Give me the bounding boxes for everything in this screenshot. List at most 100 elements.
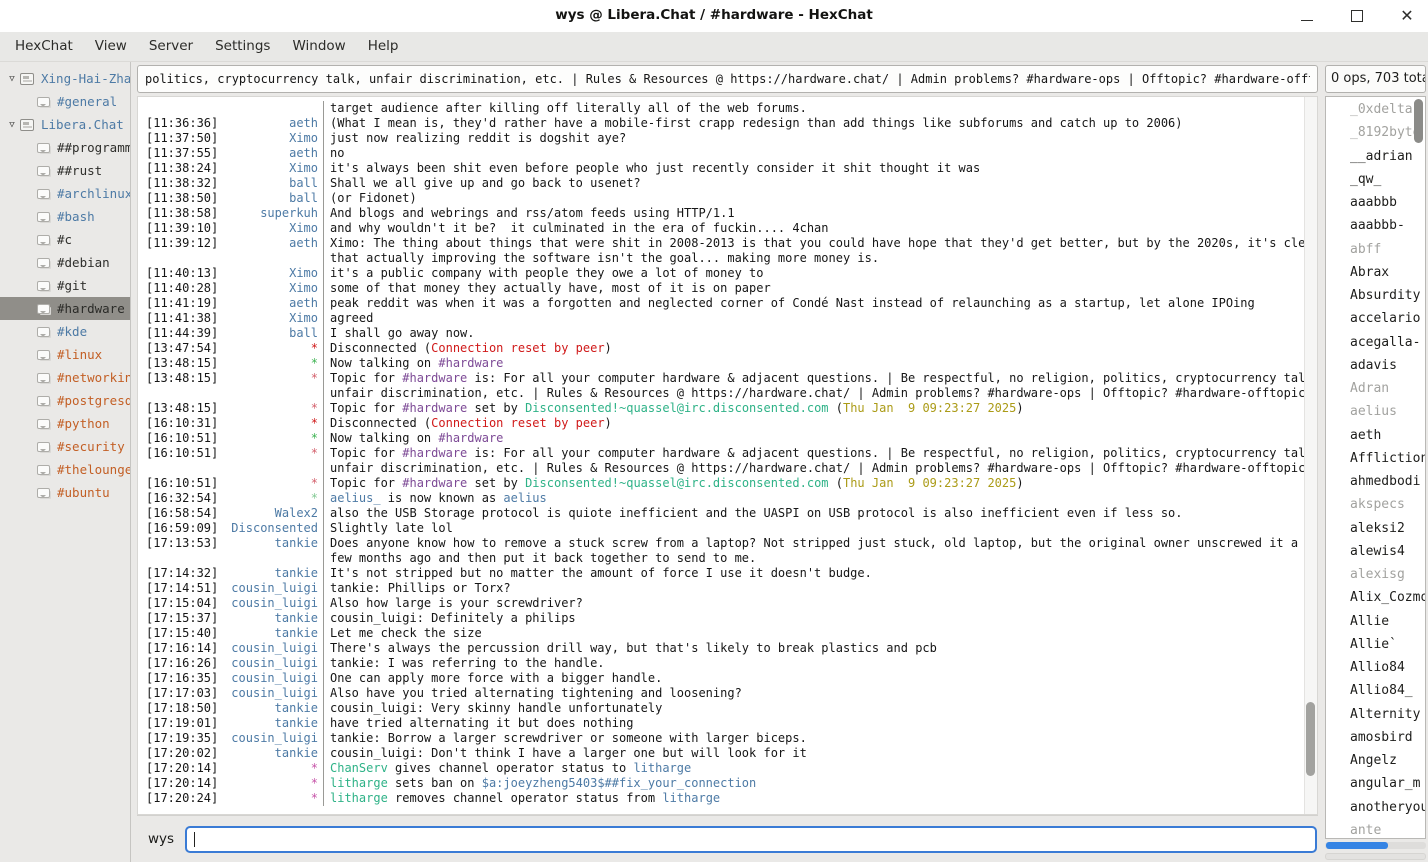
channel-item--python[interactable]: #python	[0, 412, 130, 435]
network-item-libera-chat[interactable]: ▽Libera.Chat	[0, 113, 130, 136]
channel-item--archlinux[interactable]: #archlinux	[0, 182, 130, 205]
message-input[interactable]	[187, 828, 1315, 851]
chat-scrollbar[interactable]	[1304, 97, 1317, 814]
channel-item--linux[interactable]: #linux	[0, 343, 130, 366]
userlist-item[interactable]: Affliction	[1326, 447, 1425, 470]
userlist-item[interactable]: ante	[1326, 819, 1425, 839]
userlist-item[interactable]: akspecs	[1326, 493, 1425, 516]
message-segment: set by	[467, 476, 525, 490]
userlist-item[interactable]: Angelz	[1326, 749, 1425, 772]
chat-scrollbar-thumb[interactable]	[1306, 702, 1315, 776]
nick-label: Ximo	[289, 311, 318, 326]
userlist-scrollbar-thumb[interactable]	[1414, 99, 1423, 143]
userlist-item[interactable]: aleksi2	[1326, 517, 1425, 540]
userlist-item[interactable]: aelius	[1326, 400, 1425, 423]
tree-item-label: #general	[57, 94, 117, 109]
channel-item--git[interactable]: #git	[0, 274, 130, 297]
userlist-item[interactable]: _qw_	[1326, 168, 1425, 191]
channel-item--general[interactable]: #general	[0, 90, 130, 113]
userlist-item[interactable]: aaabbb-	[1326, 214, 1425, 237]
channel-item--c[interactable]: #c	[0, 228, 130, 251]
userlist-horizontal-scrollbar-thumb[interactable]	[1326, 842, 1388, 849]
message-segment: litharge	[330, 791, 388, 805]
channel-item--ubuntu[interactable]: #ubuntu	[0, 481, 130, 504]
chat-row: [17:19:01]tankiehave tried alternating i…	[138, 716, 1317, 731]
chat-row: [13:48:15]*Topic for #hardware set by Di…	[138, 401, 1317, 416]
userlist-item[interactable]: alexisg	[1326, 563, 1425, 586]
chat-row: [13:47:54]*Disconnected (Connection rese…	[138, 341, 1317, 356]
chat-row-gutter: [17:16:26]cousin_luigi	[138, 656, 323, 671]
userlist-item[interactable]: _8192byte	[1326, 121, 1425, 144]
menu-window[interactable]: Window	[281, 32, 356, 61]
channel-item--programming[interactable]: ##programming	[0, 136, 130, 159]
nick-label: cousin_luigi	[231, 671, 318, 686]
menu-settings[interactable]: Settings	[204, 32, 281, 61]
userlist-item[interactable]: Adran	[1326, 377, 1425, 400]
bottom-scrollbar-track[interactable]	[1325, 853, 1426, 860]
message-segment: unfair discrimination, etc. | Rules & Re…	[330, 386, 1305, 400]
chat-row-gutter: [17:20:24]*	[138, 791, 323, 806]
nick-label: *	[311, 776, 318, 791]
userlist-item[interactable]: Abrax	[1326, 261, 1425, 284]
chat-row: [11:39:12]aethXimo: The thing about thin…	[138, 236, 1317, 251]
userlist-item[interactable]: abff	[1326, 238, 1425, 261]
userlist-item[interactable]: aeth	[1326, 424, 1425, 447]
menu-server[interactable]: Server	[138, 32, 204, 61]
userlist-item[interactable]: ahmedbodi	[1326, 470, 1425, 493]
chat-row-gutter: [17:16:14]cousin_luigi	[138, 641, 323, 656]
channel-item--debian[interactable]: #debian	[0, 251, 130, 274]
chat-row-gutter	[138, 461, 323, 476]
channel-item--bash[interactable]: #bash	[0, 205, 130, 228]
tree-expander-icon[interactable]: ▽	[4, 120, 20, 130]
timestamp: [17:19:01]	[146, 716, 218, 731]
userlist-item[interactable]: Alix_Cozmo	[1326, 586, 1425, 609]
userlist-item[interactable]: Absurdity	[1326, 284, 1425, 307]
message-segment: Disconsented!~quassel@irc.disconsented.c…	[525, 401, 828, 415]
channel-item--security[interactable]: #security	[0, 435, 130, 458]
userlist-item[interactable]: Allie`	[1326, 633, 1425, 656]
userlist-item[interactable]: accelario	[1326, 307, 1425, 330]
userlist-item[interactable]: Allie	[1326, 610, 1425, 633]
channel-item--thelounge[interactable]: #thelounge	[0, 458, 130, 481]
userlist-item[interactable]: Allio84	[1326, 656, 1425, 679]
close-button[interactable]: ✕	[1396, 5, 1418, 27]
channel-item--hardware[interactable]: #hardware	[0, 297, 130, 320]
userlist-item[interactable]: angular_m	[1326, 772, 1425, 795]
message-segment: )	[1016, 401, 1023, 415]
userlist-horizontal-scrollbar[interactable]	[1325, 842, 1426, 849]
userlist-item[interactable]: anotheryou	[1326, 796, 1425, 819]
channel-item--kde[interactable]: #kde	[0, 320, 130, 343]
minimize-button[interactable]	[1296, 5, 1318, 27]
message-segment: it's always been shit even before people…	[330, 161, 980, 175]
userlist-item[interactable]: amosbird	[1326, 726, 1425, 749]
channel-bubble-icon	[37, 488, 50, 498]
nick-label: cousin_luigi	[231, 581, 318, 596]
menu-hexchat[interactable]: HexChat	[4, 32, 84, 61]
nick-label: Walex2	[275, 506, 318, 521]
message-segment: is: For all your computer hardware & adj…	[467, 446, 1317, 460]
userlist-item[interactable]: adavis	[1326, 354, 1425, 377]
userlist-item[interactable]: _0xdelta	[1326, 98, 1425, 121]
userlist-item[interactable]: Alternity	[1326, 703, 1425, 726]
menu-view[interactable]: View	[84, 32, 138, 61]
userlist-item[interactable]: __adrian	[1326, 145, 1425, 168]
message-text: it's always been shit even before people…	[323, 161, 1317, 176]
channel-item--rust[interactable]: ##rust	[0, 159, 130, 182]
nick-label: cousin_luigi	[231, 686, 318, 701]
maximize-button[interactable]	[1346, 5, 1368, 27]
channel-bubble-icon	[37, 373, 50, 383]
userlist-item[interactable]: alewis4	[1326, 540, 1425, 563]
userlist-item[interactable]: acegalla-	[1326, 331, 1425, 354]
channel-item--postgresql[interactable]: #postgresql	[0, 389, 130, 412]
message-segment: peak reddit was when it was a forgotten …	[330, 296, 1255, 310]
tree-expander-icon[interactable]: ▽	[4, 74, 20, 84]
topic-input[interactable]	[137, 65, 1318, 93]
channel-bubble-icon	[37, 419, 50, 429]
nick-label: *	[311, 446, 318, 461]
menu-help[interactable]: Help	[357, 32, 410, 61]
userlist-item[interactable]: Allio84_	[1326, 679, 1425, 702]
timestamp: [11:37:55]	[146, 146, 218, 161]
userlist-item[interactable]: aaabbb	[1326, 191, 1425, 214]
network-item-xing-hai-zhan[interactable]: ▽Xing-Hai-Zhan	[0, 67, 130, 90]
channel-item--networking[interactable]: #networking	[0, 366, 130, 389]
